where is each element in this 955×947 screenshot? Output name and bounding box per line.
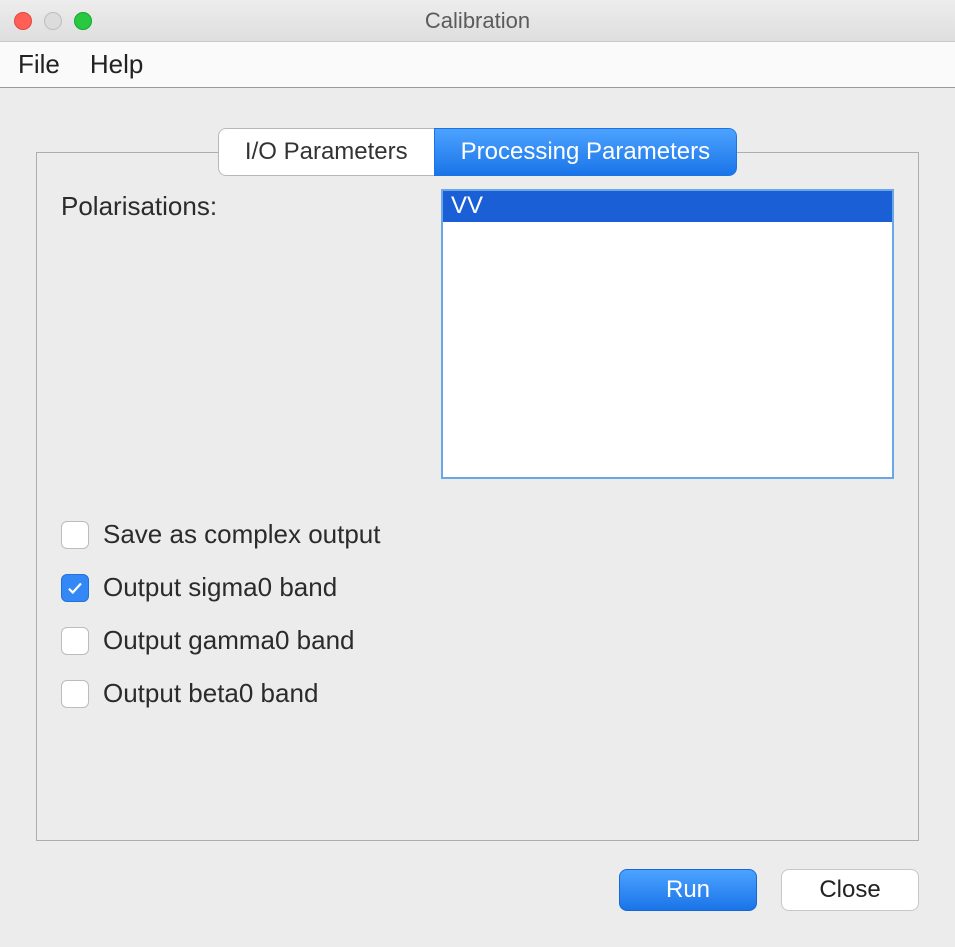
content: I/O Parameters Processing Parameters Pol…	[0, 88, 955, 841]
checkbox-row-sigma0: Output sigma0 band	[61, 572, 894, 603]
tabbar: I/O Parameters Processing Parameters	[218, 128, 737, 176]
checkbox-row-save-complex: Save as complex output	[61, 519, 894, 550]
dialog-buttons: Run Close	[0, 841, 955, 947]
checkbox-gamma0[interactable]	[61, 627, 89, 655]
checkbox-save-complex[interactable]	[61, 521, 89, 549]
checkbox-sigma0[interactable]	[61, 574, 89, 602]
close-button[interactable]: Close	[781, 869, 919, 911]
polarisations-row: Polarisations: VV	[61, 189, 894, 479]
checkbox-label-sigma0: Output sigma0 band	[103, 572, 337, 603]
titlebar: Calibration	[0, 0, 955, 42]
polarisations-item-vv[interactable]: VV	[443, 191, 892, 222]
tab-io-parameters[interactable]: I/O Parameters	[218, 128, 434, 176]
close-window-button[interactable]	[14, 12, 32, 30]
checkbox-beta0[interactable]	[61, 680, 89, 708]
polarisations-listbox[interactable]: VV	[441, 189, 894, 479]
traffic-lights	[14, 12, 92, 30]
tabs: I/O Parameters Processing Parameters	[36, 128, 919, 176]
menu-file[interactable]: File	[18, 49, 60, 80]
checkbox-label-save-complex: Save as complex output	[103, 519, 381, 550]
checkbox-label-gamma0: Output gamma0 band	[103, 625, 355, 656]
tab-processing-parameters[interactable]: Processing Parameters	[434, 128, 737, 176]
checkbox-row-beta0: Output beta0 band	[61, 678, 894, 709]
polarisations-label: Polarisations:	[61, 189, 421, 479]
calibration-window: Calibration File Help I/O Parameters Pro…	[0, 0, 955, 947]
window-title: Calibration	[425, 8, 530, 34]
checkbox-group: Save as complex output Output sigma0 ban…	[61, 519, 894, 709]
check-icon	[66, 579, 84, 597]
run-button[interactable]: Run	[619, 869, 757, 911]
minimize-window-button[interactable]	[44, 12, 62, 30]
menubar: File Help	[0, 42, 955, 88]
checkbox-label-beta0: Output beta0 band	[103, 678, 318, 709]
maximize-window-button[interactable]	[74, 12, 92, 30]
processing-panel: Polarisations: VV Save as complex output…	[36, 152, 919, 841]
checkbox-row-gamma0: Output gamma0 band	[61, 625, 894, 656]
menu-help[interactable]: Help	[90, 49, 143, 80]
